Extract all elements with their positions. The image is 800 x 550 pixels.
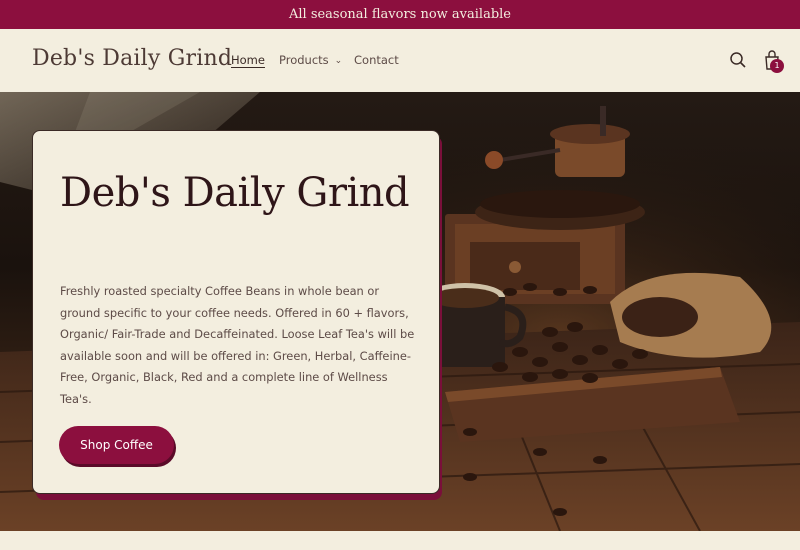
chevron-down-icon: ⌄: [334, 56, 343, 66]
hero-description: Freshly roasted specialty Coffee Beans i…: [60, 284, 415, 406]
cart-count-badge: 1: [770, 59, 784, 73]
announcement-bar: All seasonal flavors now available: [0, 0, 800, 29]
site-logo[interactable]: Deb's Daily Grind: [32, 46, 232, 71]
hero-title: Deb's Daily Grind: [60, 170, 410, 216]
page-bottom-strip: [0, 531, 800, 550]
site-header: Deb's Daily Grind Home Products ⌄ Contact…: [0, 29, 800, 92]
announcement-text: All seasonal flavors now available: [288, 7, 511, 22]
search-icon[interactable]: [729, 51, 747, 69]
shop-coffee-button[interactable]: Shop Coffee: [59, 426, 174, 464]
nav-products-label: Products: [279, 53, 329, 67]
nav-contact-link[interactable]: Contact: [354, 53, 399, 67]
nav-home-link[interactable]: Home: [231, 53, 265, 67]
nav-products-dropdown[interactable]: Products ⌄: [279, 53, 342, 67]
